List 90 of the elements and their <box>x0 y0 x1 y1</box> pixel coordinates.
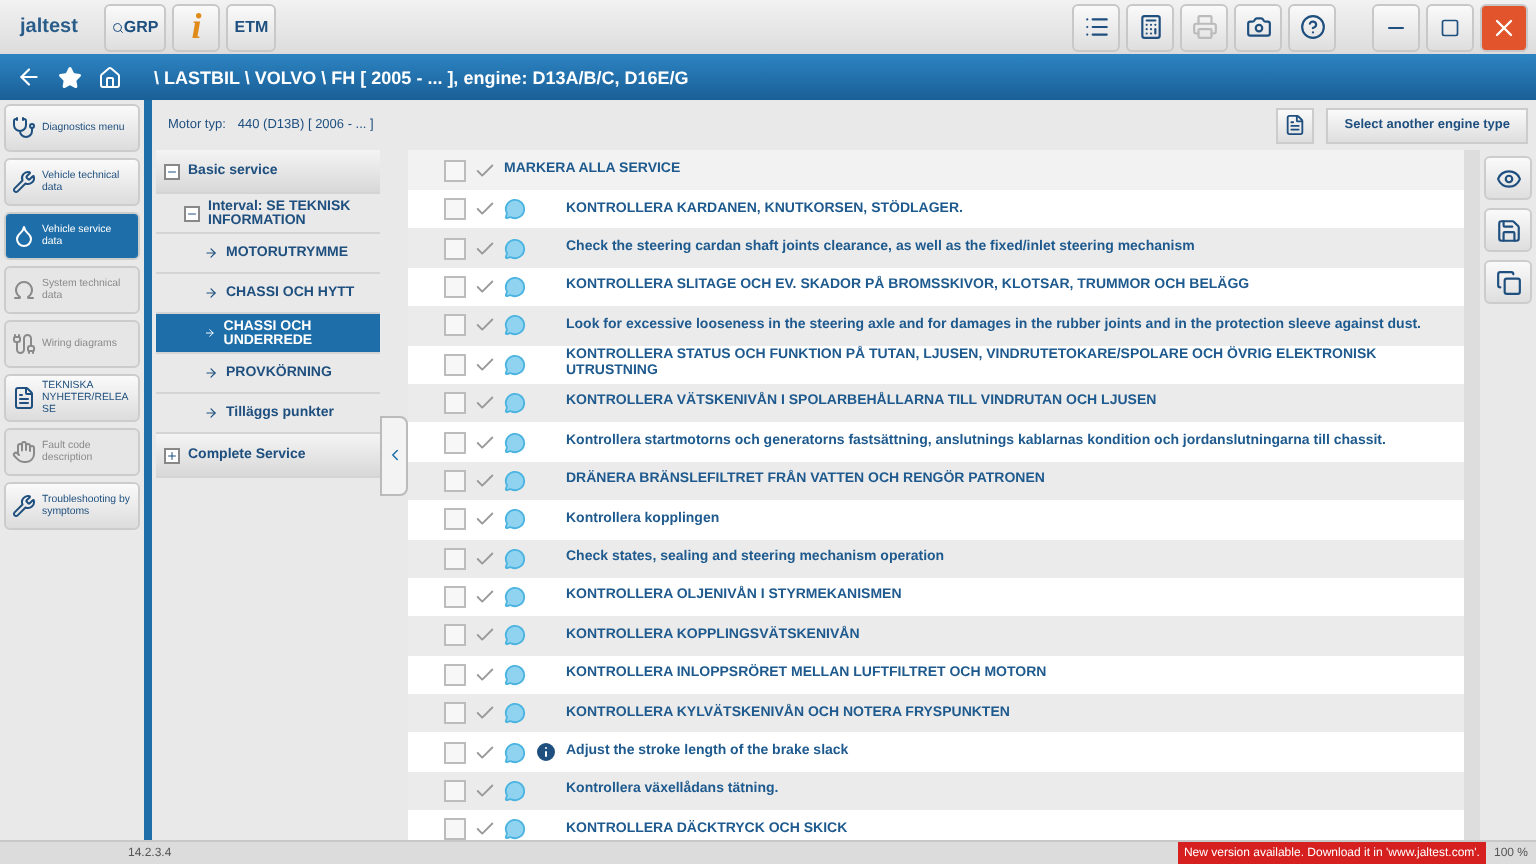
comment-icon[interactable] <box>504 624 526 647</box>
calculator-icon <box>1137 14 1163 40</box>
checkbox[interactable] <box>444 780 466 803</box>
comment-icon[interactable] <box>504 198 526 221</box>
maximize-icon <box>1440 17 1460 37</box>
checkbox[interactable] <box>444 431 466 454</box>
checkbox[interactable] <box>444 275 466 298</box>
back-icon[interactable] <box>16 64 42 90</box>
checkbox[interactable] <box>444 314 466 337</box>
arrow-icon <box>204 286 218 300</box>
check-icon <box>474 159 496 181</box>
search-icon <box>111 21 124 33</box>
help-icon <box>1299 14 1325 40</box>
droplet-icon <box>12 224 36 248</box>
checkbox[interactable] <box>444 702 466 725</box>
checkbox[interactable] <box>444 663 466 686</box>
comment-icon[interactable] <box>504 237 526 260</box>
hand-icon <box>12 440 36 464</box>
view-button[interactable] <box>1484 156 1532 200</box>
comment-icon[interactable] <box>504 469 526 492</box>
checkbox[interactable] <box>444 508 466 531</box>
comment-icon[interactable] <box>504 314 526 337</box>
document-icon <box>12 386 36 410</box>
comment-icon[interactable] <box>504 586 526 609</box>
info-icon[interactable] <box>534 740 558 765</box>
comment-icon[interactable] <box>504 780 526 803</box>
breadcrumb-path: \ LASTBIL \ VOLVO \ FH [ 2005 - ... ], engine: D13A/B/C, D16E/G <box>154 67 689 87</box>
checkbox[interactable] <box>444 469 466 492</box>
save-button[interactable] <box>1484 208 1532 252</box>
check-icon <box>474 547 496 570</box>
checkbox[interactable] <box>444 624 466 647</box>
list-icon <box>1083 14 1109 40</box>
comment-icon[interactable] <box>504 508 526 531</box>
check-icon <box>474 237 496 260</box>
maximize-button[interactable] <box>1426 3 1474 51</box>
comment-icon[interactable] <box>504 392 526 415</box>
wrench-icon <box>12 494 36 518</box>
check-icon <box>474 353 496 376</box>
comment-icon[interactable] <box>504 702 526 725</box>
star-icon[interactable] <box>58 65 82 89</box>
comment-icon[interactable] <box>504 353 526 376</box>
arrow-icon <box>204 366 218 380</box>
check-icon <box>474 663 496 686</box>
copy-icon <box>1495 269 1521 295</box>
list-button[interactable] <box>1072 3 1120 51</box>
etm-button[interactable]: ETM <box>226 3 277 51</box>
cable-icon <box>12 332 36 356</box>
close-button[interactable] <box>1480 3 1528 51</box>
checkbox[interactable] <box>444 392 466 415</box>
calc-button[interactable] <box>1126 3 1174 51</box>
checkbox[interactable] <box>444 159 466 181</box>
stethoscope-icon <box>12 116 36 140</box>
copy-button[interactable] <box>1484 260 1532 304</box>
camera-button[interactable] <box>1234 3 1282 51</box>
collapse-icon <box>164 163 180 179</box>
camera-icon <box>1245 14 1271 40</box>
document-button[interactable] <box>1276 107 1315 143</box>
check-icon <box>474 818 496 840</box>
comment-icon[interactable] <box>504 547 526 570</box>
comment-icon[interactable] <box>504 431 526 454</box>
collapse-icon <box>184 205 200 221</box>
checkbox[interactable] <box>444 237 466 260</box>
checkbox[interactable] <box>444 586 466 609</box>
expand-icon <box>164 447 180 463</box>
check-icon <box>474 741 496 764</box>
eye-icon <box>1495 165 1521 191</box>
printer-icon <box>1191 14 1217 40</box>
home-icon[interactable] <box>98 65 122 89</box>
checkbox[interactable] <box>444 198 466 221</box>
app-logo: jaltest <box>20 16 78 38</box>
comment-icon[interactable] <box>504 275 526 298</box>
omega-icon <box>12 278 36 302</box>
checkbox[interactable] <box>444 741 466 764</box>
collapse-panel-button[interactable] <box>380 415 408 495</box>
check-icon <box>474 275 496 298</box>
comment-icon[interactable] <box>504 818 526 840</box>
document-icon <box>1284 114 1307 136</box>
arrow-icon <box>204 326 216 340</box>
grp-button[interactable]: GRP <box>103 3 167 51</box>
checkbox[interactable] <box>444 353 466 376</box>
arrow-icon <box>204 406 218 420</box>
arrow-icon <box>204 246 218 260</box>
checkbox[interactable] <box>444 818 466 840</box>
check-icon <box>474 469 496 492</box>
comment-icon[interactable] <box>504 663 526 686</box>
wrench-icon <box>12 170 36 194</box>
check-icon <box>474 431 496 454</box>
checkbox[interactable] <box>444 547 466 570</box>
comment-icon[interactable] <box>504 741 526 764</box>
help-button[interactable] <box>1288 3 1336 51</box>
